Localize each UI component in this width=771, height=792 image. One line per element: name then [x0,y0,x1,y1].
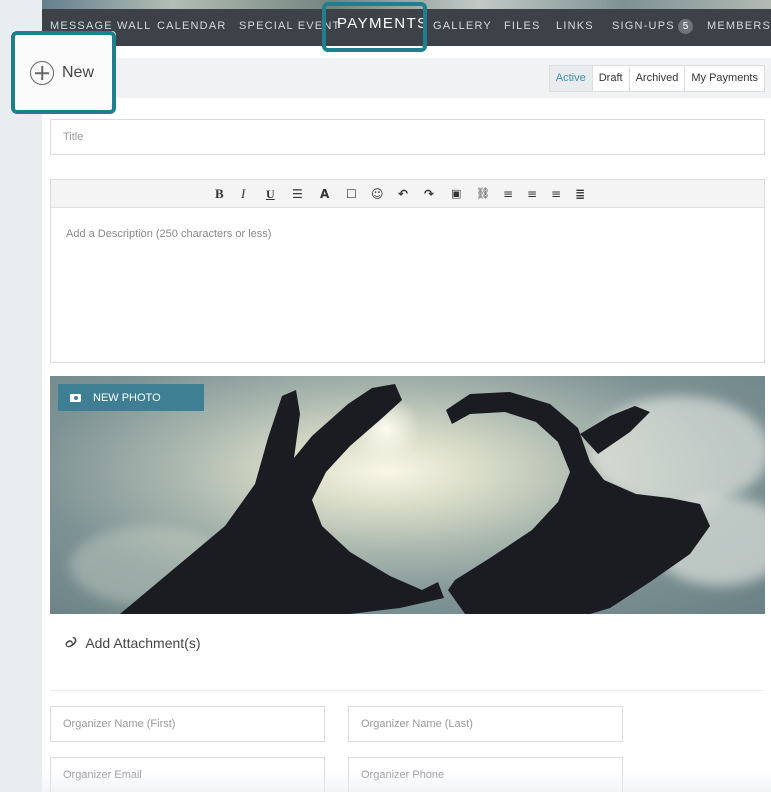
new-photo-button[interactable]: NEW PHOTO [58,384,204,411]
organizer-first-placeholder: Organizer Name (First) [63,718,176,730]
italic-button[interactable]: I [241,185,245,203]
organizer-first-name-input[interactable]: Organizer Name (First) [50,706,325,742]
list-icon[interactable]: ☰ [292,185,303,203]
title-input[interactable]: Title [50,119,765,155]
filter-my-payments[interactable]: My Payments [685,66,764,91]
nav-sign-ups[interactable]: SIGN-UPS 5 [612,16,694,36]
bold-button[interactable]: B [215,185,224,203]
organizer-last-placeholder: Organizer Name (Last) [361,718,473,730]
organizer-last-name-input[interactable]: Organizer Name (Last) [348,706,623,742]
nav-calendar[interactable]: CALENDAR [157,16,227,36]
filter-archived[interactable]: Archived [630,66,686,91]
redo-icon[interactable]: ↷ [424,185,434,203]
description-editor: B I U ☰ A ☐ ☺ ↶ ↷ ▣ ⛓ ≡ ≡ ≡ ≣ Add a Desc… [50,179,765,363]
new-payment-button[interactable]: New [30,58,94,88]
description-placeholder: Add a Description (250 characters or les… [66,228,272,240]
filter-draft[interactable]: Draft [593,66,630,91]
section-divider [50,690,765,691]
camera-icon [70,393,81,402]
organizer-email-placeholder: Organizer Email [63,769,142,781]
heart-hands-silhouette [120,384,710,614]
filter-active[interactable]: Active [549,66,593,91]
cover-photo: NEW PHOTO [50,376,765,614]
organizer-phone-placeholder: Organizer Phone [361,769,445,781]
organizer-email-input[interactable]: Organizer Email [50,757,325,792]
nav-payments[interactable]: PAYMENTS [337,14,429,34]
header-banner-strip [42,0,771,9]
title-placeholder: Title [63,131,84,143]
image-icon[interactable]: ▣ [451,185,461,203]
nav-members[interactable]: MEMBERS [707,16,771,36]
emoji-icon[interactable]: ☺ [371,185,384,203]
status-filter-group: Active Draft Archived My Payments [548,65,765,92]
box-icon[interactable]: ☐ [346,185,357,203]
nav-sign-ups-label: SIGN-UPS [612,20,675,32]
align-right-icon[interactable]: ≡ [551,185,561,203]
underline-button[interactable]: U [266,185,275,203]
new-button-label: New [62,64,95,81]
font-color-icon[interactable]: A [320,185,329,203]
description-textarea[interactable]: Add a Description (250 characters or les… [51,208,764,260]
nav-links[interactable]: LINKS [556,16,594,36]
nav-special-event[interactable]: SPECIAL EVENT [239,16,340,36]
sign-ups-count-badge: 5 [677,19,694,34]
nav-gallery[interactable]: GALLERY [433,16,492,36]
align-left-icon[interactable]: ≡ [503,185,513,203]
add-attachment-button[interactable]: ∂ Add Attachment(s) [61,632,201,654]
nav-files[interactable]: FILES [504,16,541,36]
new-photo-label: NEW PHOTO [93,391,161,404]
undo-icon[interactable]: ↶ [398,185,408,203]
left-gutter [0,0,42,792]
justify-icon[interactable]: ≣ [575,185,585,203]
align-center-icon[interactable]: ≡ [527,185,537,203]
organizer-phone-input[interactable]: Organizer Phone [348,757,623,792]
add-attachment-label: Add Attachment(s) [85,635,201,651]
plus-circle-icon [30,61,54,85]
top-nav: MESSAGE WALL CALENDAR SPECIAL EVENT PAYM… [42,0,771,46]
link-icon[interactable]: ⛓ [476,185,490,203]
editor-toolbar: B I U ☰ A ☐ ☺ ↶ ↷ ▣ ⛓ ≡ ≡ ≡ ≣ [51,180,764,208]
